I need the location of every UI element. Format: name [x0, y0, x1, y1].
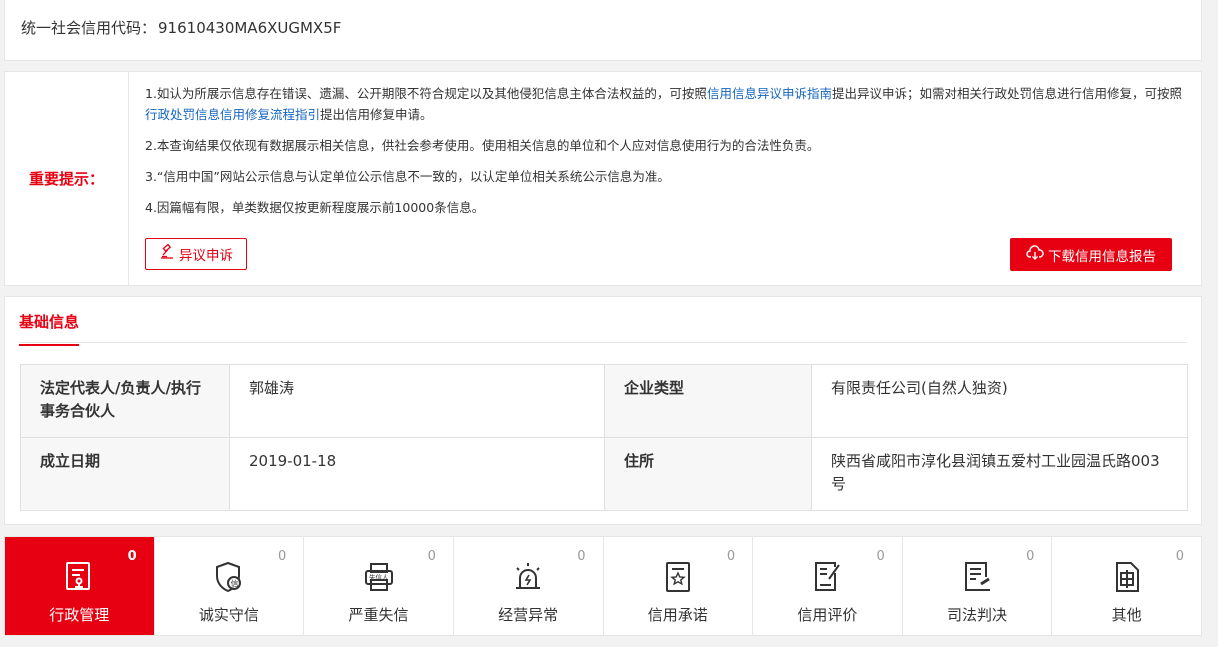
category-count: 0: [577, 549, 586, 564]
notice-item-4: 4.因篇幅有限，单类数据仅按更新程度展示前10000条信息。: [145, 200, 485, 215]
category-serious-dishonesty[interactable]: 失信人 0 严重失信: [304, 537, 454, 635]
category-count: 0: [726, 549, 736, 564]
category-other[interactable]: 0 其他: [1052, 537, 1201, 635]
notice-panel: 重要提示： 1.如认为所展示信息存在错误、遗漏、公开期限不符合规定以及其他侵犯信…: [4, 71, 1202, 286]
svg-text:失信人: 失信人: [369, 573, 389, 582]
legal-rep-label: 法定代表人/负责人/执行事务合伙人: [20, 364, 230, 438]
company-type-label: 企业类型: [604, 364, 812, 438]
download-report-button[interactable]: 下载信用信息报告: [1010, 238, 1172, 271]
star-document-icon: [660, 559, 696, 595]
printer-dishonest-icon: 失信人: [361, 559, 397, 595]
category-business-abnormal[interactable]: 0 经营异常: [454, 537, 604, 635]
category-label: 信用评价: [797, 606, 858, 624]
legal-doc-icon: [959, 559, 995, 595]
download-button-label: 下载信用信息报告: [1048, 248, 1156, 265]
legal-rep-value: 郭雄涛: [229, 364, 605, 438]
tab-divider: [19, 342, 1187, 343]
category-label: 诚实守信: [198, 606, 259, 624]
category-label: 信用承诺: [647, 606, 708, 624]
shield-badge-icon: 信: [211, 559, 247, 595]
category-admin-management[interactable]: 0 行政管理: [5, 537, 155, 635]
category-count: 0: [1026, 549, 1035, 564]
category-label: 经营异常: [498, 606, 559, 624]
cloud-download-icon: [1026, 244, 1044, 265]
founded-date-label: 成立日期: [20, 437, 230, 511]
category-count: 0: [1175, 549, 1184, 564]
admin-doc-icon: [61, 559, 97, 595]
category-label: 司法判决: [947, 606, 1008, 624]
category-credit-commitment[interactable]: 0 信用承诺: [604, 537, 754, 635]
founded-date-value: 2019-01-18: [229, 437, 605, 511]
category-judicial-judgment[interactable]: 0 司法判决: [903, 537, 1053, 635]
category-count: 0: [427, 549, 436, 564]
basic-info-table: 法定代表人/负责人/执行事务合伙人 郭雄涛 企业类型 有限责任公司(自然人独资)…: [20, 364, 1188, 511]
category-credit-evaluation[interactable]: 0 信用评价: [753, 537, 903, 635]
notice-text: 提出信用修复申请。: [320, 107, 433, 122]
notice-text: 提出异议申诉；如需对相关行政处罚信息进行信用修复，可按照: [831, 86, 1182, 101]
category-bar: 0 行政管理 信 0 诚实守信 失信人 0 严重失信 0 经营异常 0 信用承诺…: [4, 536, 1202, 636]
credit-code: 统一社会信用代码： 91610430MA6XUGMX5F: [21, 17, 341, 38]
dispute-button[interactable]: 异议申诉: [145, 238, 247, 270]
repair-guide-link[interactable]: 行政处罚信息信用修复流程指引: [145, 107, 320, 122]
notice-item-1: 1.如认为所展示信息存在错误、遗漏、公开期限不符合规定以及其他侵犯信息主体合法权…: [145, 83, 1185, 125]
category-label: 其他: [1111, 606, 1142, 624]
alarm-light-icon: [510, 559, 546, 595]
company-type-value: 有限责任公司(自然人独资): [811, 364, 1188, 438]
svg-text:信: 信: [230, 579, 238, 589]
notice-item-2: 2.本查询结果仅依现有数据展示相关信息，供社会参考使用。使用相关信息的单位和个人…: [145, 138, 820, 153]
checklist-pen-icon: [809, 559, 845, 595]
basic-info-panel: 基础信息 法定代表人/负责人/执行事务合伙人 郭雄涛 企业类型 有限责任公司(自…: [4, 296, 1202, 525]
tab-basic-info[interactable]: 基础信息: [19, 311, 80, 346]
table-row: 成立日期 2019-01-18 住所 陕西省咸阳市淳化县润镇五爱村工业园温氏路0…: [20, 437, 1188, 511]
notice-body: 1.如认为所展示信息存在错误、遗漏、公开期限不符合规定以及其他侵犯信息主体合法权…: [145, 83, 1185, 228]
dispute-button-label: 异议申诉: [179, 248, 233, 264]
gavel-icon: [159, 243, 175, 264]
address-value: 陕西省咸阳市淳化县润镇五爱村工业园温氏路003号: [811, 437, 1188, 511]
other-doc-icon: [1109, 559, 1145, 595]
category-honesty[interactable]: 信 0 诚实守信: [155, 537, 305, 635]
notice-text: 1.如认为所展示信息存在错误、遗漏、公开期限不符合规定以及其他侵犯信息主体合法权…: [145, 86, 707, 101]
credit-code-value: 91610430MA6XUGMX5F: [158, 19, 342, 37]
notice-label: 重要提示：: [5, 72, 129, 285]
address-label: 住所: [604, 437, 812, 511]
notice-item-3: 3.“信用中国”网站公示信息与认定单位公示信息不一致的，以认定单位相关系统公示信…: [145, 169, 670, 184]
category-label: 行政管理: [49, 606, 110, 624]
dispute-guide-link[interactable]: 信用信息异议申诉指南: [707, 86, 832, 101]
credit-code-label: 统一社会信用代码：: [21, 19, 157, 37]
credit-code-panel: 统一社会信用代码： 91610430MA6XUGMX5F: [4, 0, 1202, 61]
category-count: 0: [127, 549, 137, 564]
category-count: 0: [277, 549, 287, 564]
category-label: 严重失信: [348, 606, 409, 624]
table-row: 法定代表人/负责人/执行事务合伙人 郭雄涛 企业类型 有限责任公司(自然人独资): [20, 364, 1188, 438]
category-count: 0: [876, 549, 885, 564]
